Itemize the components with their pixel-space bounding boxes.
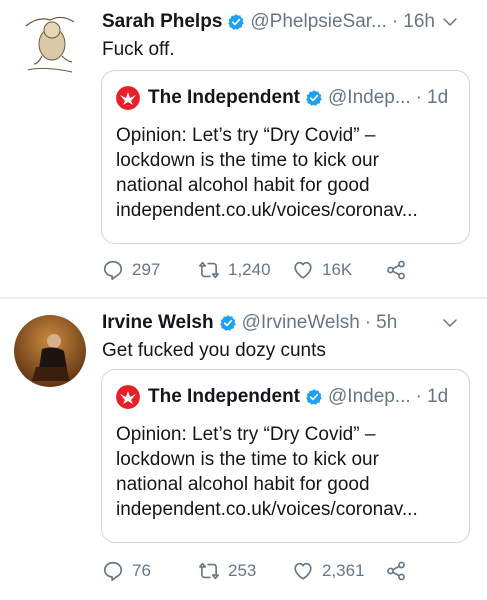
tweet-actions: 76 253 2,361: [102, 558, 487, 584]
tweet-header: Sarah Phelps @PhelpsieSar... · 16h: [102, 9, 475, 35]
like-button[interactable]: 2,361: [292, 558, 365, 584]
verified-badge-icon: [219, 315, 236, 331]
quoted-author-handle: @Indep...: [328, 87, 411, 108]
retweet-count: 253: [228, 561, 257, 580]
retweet-button[interactable]: 253: [198, 558, 256, 584]
tweet-actions: 297 1,240 16K: [102, 257, 487, 283]
verified-badge-icon: [228, 14, 245, 30]
tweet-text: Fuck off.: [102, 39, 175, 60]
quoted-text-line: Opinion: Let’s try “Dry Covid” –: [116, 125, 376, 146]
avatar[interactable]: [14, 315, 86, 387]
tweet-time[interactable]: 5h: [376, 312, 397, 334]
quoted-link[interactable]: independent.co.uk/voices/coronav...: [116, 198, 459, 223]
quoted-tweet-time: 1d: [427, 87, 449, 108]
tweet[interactable]: Irvine Welsh @IrvineWelsh · 5h Get fucke…: [0, 299, 487, 600]
avatar[interactable]: [14, 8, 86, 80]
share-button[interactable]: [385, 257, 415, 283]
quoted-author-name: The Independent: [148, 386, 300, 407]
author-handle[interactable]: @IrvineWelsh: [242, 312, 360, 334]
reply-count: 76: [132, 561, 151, 580]
independent-eagle-logo-icon: [116, 86, 140, 110]
retweet-icon: [199, 261, 219, 279]
reply-icon: [103, 260, 123, 280]
tweet-time[interactable]: 16h: [403, 11, 435, 33]
reply-icon: [103, 561, 123, 581]
quoted-author-handle: @Indep...: [328, 386, 411, 407]
retweet-icon: [199, 562, 219, 580]
tweet-header: Irvine Welsh @IrvineWelsh · 5h: [102, 310, 475, 336]
photo-avatar-icon: [14, 315, 86, 387]
separator-dot: ·: [415, 87, 422, 108]
independent-eagle-logo-icon: [116, 385, 140, 409]
quoted-tweet-time: 1d: [427, 386, 449, 407]
cartoon-figure-avatar-icon: [14, 8, 86, 80]
quoted-tweet-header: The Independent @Indep... · 1d: [116, 85, 459, 111]
heart-icon: [294, 562, 312, 580]
like-count: 2,361: [322, 561, 365, 580]
author-name[interactable]: Sarah Phelps: [102, 11, 222, 33]
separator-dot: ·: [415, 386, 422, 407]
quoted-author-name: The Independent: [148, 87, 300, 108]
quoted-tweet-text: Opinion: Let’s try “Dry Covid” – lockdow…: [116, 123, 459, 223]
chevron-down-icon[interactable]: [441, 314, 459, 332]
chevron-down-icon[interactable]: [441, 13, 459, 31]
quoted-tweet-header: The Independent @Indep... · 1d: [116, 384, 459, 410]
separator-dot: ·: [391, 11, 399, 32]
reply-button[interactable]: 76: [102, 558, 151, 584]
quoted-text-line: lockdown is the time to kick our: [116, 150, 379, 171]
share-icon: [387, 260, 405, 280]
share-button[interactable]: [385, 558, 415, 584]
share-icon: [387, 561, 405, 581]
quoted-text-line: national alcohol habit for good: [116, 474, 370, 495]
reply-count: 297: [132, 260, 161, 279]
tweet[interactable]: Sarah Phelps @PhelpsieSar... · 16h Fuck …: [0, 0, 487, 298]
author-handle[interactable]: @PhelpsieSar...: [250, 11, 387, 33]
verified-badge-icon: [306, 90, 322, 106]
author-name[interactable]: Irvine Welsh: [102, 312, 214, 334]
quoted-tweet-card[interactable]: The Independent @Indep... · 1d Opinion: …: [101, 369, 470, 543]
like-count: 16K: [322, 260, 353, 279]
retweet-count: 1,240: [228, 260, 271, 279]
quoted-text-line: national alcohol habit for good: [116, 175, 370, 196]
heart-icon: [294, 261, 312, 279]
tweet-text: Get fucked you dozy cunts: [102, 340, 326, 361]
like-button[interactable]: 16K: [292, 257, 352, 283]
quoted-link[interactable]: independent.co.uk/voices/coronav...: [116, 497, 459, 522]
separator-dot: ·: [364, 312, 372, 333]
reply-button[interactable]: 297: [102, 257, 160, 283]
verified-badge-icon: [306, 389, 322, 405]
quoted-text-line: lockdown is the time to kick our: [116, 449, 379, 470]
retweet-button[interactable]: 1,240: [198, 257, 271, 283]
quoted-tweet-card[interactable]: The Independent @Indep... · 1d Opinion: …: [101, 70, 470, 244]
quoted-tweet-text: Opinion: Let’s try “Dry Covid” – lockdow…: [116, 422, 459, 522]
quoted-text-line: Opinion: Let’s try “Dry Covid” –: [116, 424, 376, 445]
